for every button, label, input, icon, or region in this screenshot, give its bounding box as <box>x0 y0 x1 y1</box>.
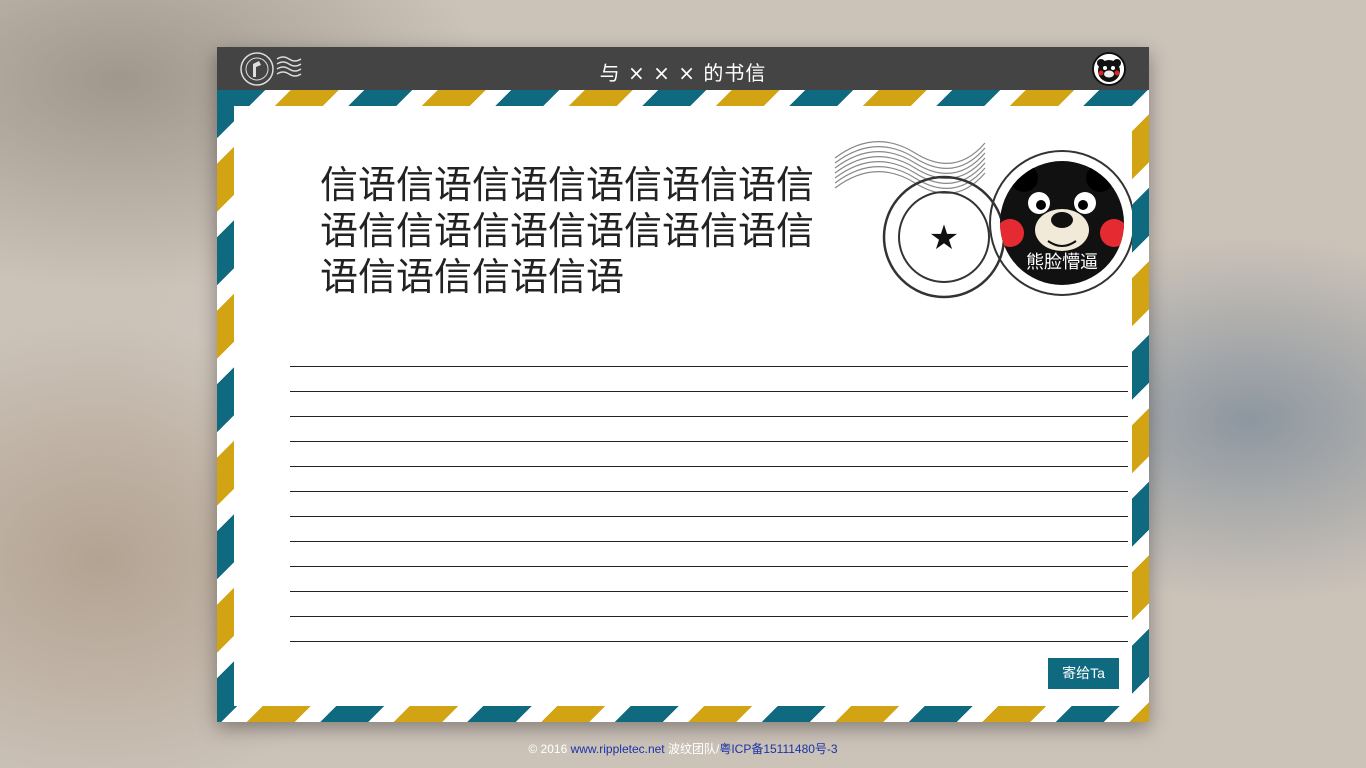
writing-line <box>290 392 1128 417</box>
copyright-text: © 2016 <box>528 742 571 756</box>
star-icon: ★ <box>929 218 959 258</box>
stamp-caption: 熊脸懵逼 <box>1026 252 1098 273</box>
writing-line <box>290 617 1128 642</box>
footer: © 2016 www.rippletec.net 波纹团队/粤ICP备15111… <box>0 740 1366 757</box>
letter-message: 信语信语信语信语信语信语信语信信语信语信语信语信语信语信语信信语信语 <box>320 163 815 299</box>
letter-window: 与 × × × 的书信 信语信语信语信语信语信语信语信信语信语信语信语信语信语信… <box>217 47 1149 722</box>
writing-line <box>290 517 1128 542</box>
writing-line <box>290 467 1128 492</box>
writing-line <box>290 367 1128 392</box>
airmail-envelope-border: 信语信语信语信语信语信语信语信信语信语信语信语信语信语信语信信语信语 ★ 熊脸懵… <box>217 90 1149 722</box>
page-title: 与 × × × 的书信 <box>599 61 767 85</box>
letter-paper: 信语信语信语信语信语信语信语信信语信语信语信语信语信语信语信信语信语 ★ 熊脸懵… <box>234 106 1135 706</box>
site-link[interactable]: www.rippletec.net <box>571 742 665 756</box>
title-bar: 与 × × × 的书信 <box>217 47 1149 90</box>
writing-lines[interactable] <box>290 342 1128 642</box>
writing-line <box>290 417 1128 442</box>
kumamon-avatar-icon[interactable] <box>1092 52 1126 86</box>
writing-line <box>290 542 1128 567</box>
writing-line <box>290 592 1128 617</box>
writing-line <box>290 442 1128 467</box>
send-button[interactable]: 寄给Ta <box>1048 658 1119 689</box>
writing-line <box>290 342 1128 367</box>
team-text: 波纹团队/ <box>664 742 720 756</box>
writing-line <box>290 492 1128 517</box>
icp-link[interactable]: 粤ICP备15111480号-3 <box>719 742 837 756</box>
writing-line <box>290 567 1128 592</box>
postage-stamp: ★ 熊脸懵逼 <box>832 138 1135 308</box>
postmark-wave-lines <box>834 141 986 194</box>
